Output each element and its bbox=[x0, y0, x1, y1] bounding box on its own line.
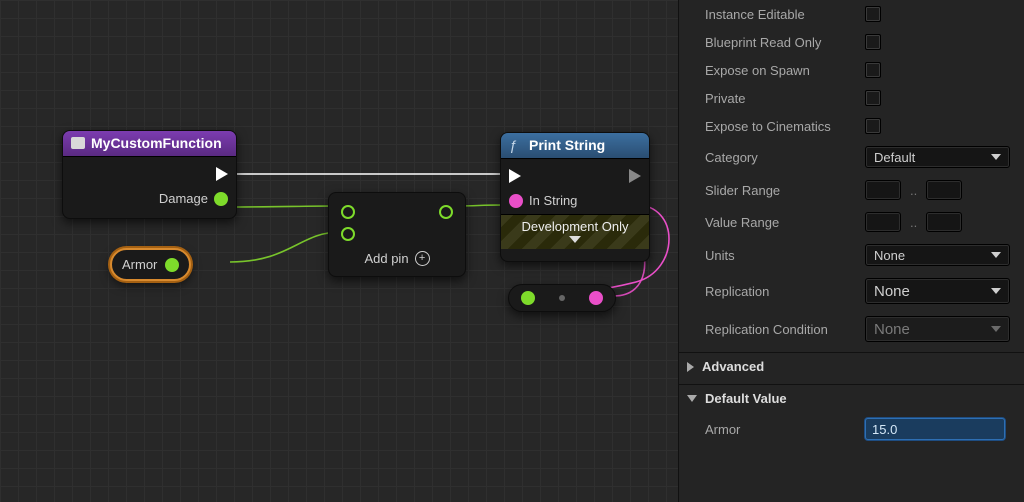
node-title: Print String bbox=[529, 137, 605, 153]
conv-out-pin[interactable] bbox=[589, 291, 603, 305]
checkbox-instance-editable[interactable] bbox=[865, 6, 881, 22]
node-header[interactable]: ƒ Print String bbox=[501, 133, 649, 159]
details-panel: Instance Editable Blueprint Read Only Ex… bbox=[678, 0, 1024, 502]
prop-expose-on-spawn: Expose on Spawn bbox=[679, 56, 1024, 84]
variable-node-armor[interactable]: Armor bbox=[110, 248, 191, 281]
dropdown-category[interactable]: Default bbox=[865, 146, 1010, 168]
exec-out-pin[interactable] bbox=[216, 167, 228, 181]
prop-private: Private bbox=[679, 84, 1024, 112]
prop-units: Units None bbox=[679, 238, 1024, 272]
value-range-min[interactable] bbox=[865, 212, 901, 232]
section-default-value[interactable]: Default Value bbox=[679, 384, 1024, 412]
conv-in-pin[interactable] bbox=[521, 291, 535, 305]
node-string-conv[interactable] bbox=[508, 284, 616, 312]
node-header[interactable]: MyCustomFunction bbox=[63, 131, 236, 157]
blueprint-graph-canvas[interactable]: MyCustomFunction Damage Armor bbox=[0, 0, 678, 502]
input-default-armor[interactable] bbox=[865, 418, 1005, 440]
variable-label: Armor bbox=[122, 257, 157, 272]
prop-default-armor: Armor bbox=[679, 412, 1024, 446]
reroute-in-pin-0[interactable] bbox=[341, 205, 355, 219]
slider-range-min[interactable] bbox=[865, 180, 901, 200]
pin-label-damage: Damage bbox=[159, 191, 208, 206]
node-reroute[interactable]: Add pin + bbox=[328, 192, 466, 277]
prop-slider-range: Slider Range .. bbox=[679, 174, 1024, 206]
pin-damage[interactable] bbox=[214, 192, 228, 206]
prop-replication: Replication None bbox=[679, 272, 1024, 310]
reroute-out-pin-0[interactable] bbox=[439, 205, 453, 219]
pin-label-in-string: In String bbox=[529, 193, 577, 208]
exec-in-pin[interactable] bbox=[509, 169, 521, 183]
checkbox-blueprint-read-only[interactable] bbox=[865, 34, 881, 50]
add-pin-label: Add pin bbox=[364, 251, 408, 266]
checkbox-expose-on-spawn[interactable] bbox=[865, 62, 881, 78]
chevron-down-icon bbox=[569, 236, 581, 243]
value-range-max[interactable] bbox=[926, 212, 962, 232]
add-pin-button[interactable]: Add pin + bbox=[341, 251, 453, 266]
chevron-right-icon bbox=[687, 362, 694, 372]
exec-out-pin[interactable] bbox=[629, 169, 641, 183]
chevron-down-icon bbox=[991, 252, 1001, 258]
checkbox-private[interactable] bbox=[865, 90, 881, 106]
slider-range-max[interactable] bbox=[926, 180, 962, 200]
chevron-down-icon bbox=[991, 154, 1001, 160]
prop-replication-condition: Replication Condition None bbox=[679, 310, 1024, 348]
ellipsis-icon bbox=[559, 295, 565, 301]
node-mycustomfunction[interactable]: MyCustomFunction Damage bbox=[62, 130, 237, 219]
prop-instance-editable: Instance Editable bbox=[679, 0, 1024, 28]
plus-icon: + bbox=[415, 251, 430, 266]
chevron-down-icon bbox=[991, 288, 1001, 294]
function-call-icon: ƒ bbox=[509, 137, 523, 153]
chevron-down-icon bbox=[991, 326, 1001, 332]
dropdown-units[interactable]: None bbox=[865, 244, 1010, 266]
chevron-down-icon bbox=[687, 395, 697, 402]
pin-armor-out[interactable] bbox=[165, 258, 179, 272]
prop-blueprint-read-only: Blueprint Read Only bbox=[679, 28, 1024, 56]
checkbox-expose-cinematics[interactable] bbox=[865, 118, 881, 134]
node-title: MyCustomFunction bbox=[91, 135, 222, 151]
reroute-in-pin-1[interactable] bbox=[341, 227, 355, 241]
section-advanced[interactable]: Advanced bbox=[679, 352, 1024, 380]
pin-in-string[interactable] bbox=[509, 194, 523, 208]
node-print-string[interactable]: ƒ Print String In String Development Onl… bbox=[500, 132, 650, 262]
dropdown-replication[interactable]: None bbox=[865, 278, 1010, 304]
prop-expose-cinematics: Expose to Cinematics bbox=[679, 112, 1024, 140]
prop-category: Category Default bbox=[679, 140, 1024, 174]
prop-value-range: Value Range .. bbox=[679, 206, 1024, 238]
function-entry-icon bbox=[71, 137, 85, 149]
development-only-banner: Development Only bbox=[501, 214, 649, 249]
dropdown-replication-condition: None bbox=[865, 316, 1010, 342]
